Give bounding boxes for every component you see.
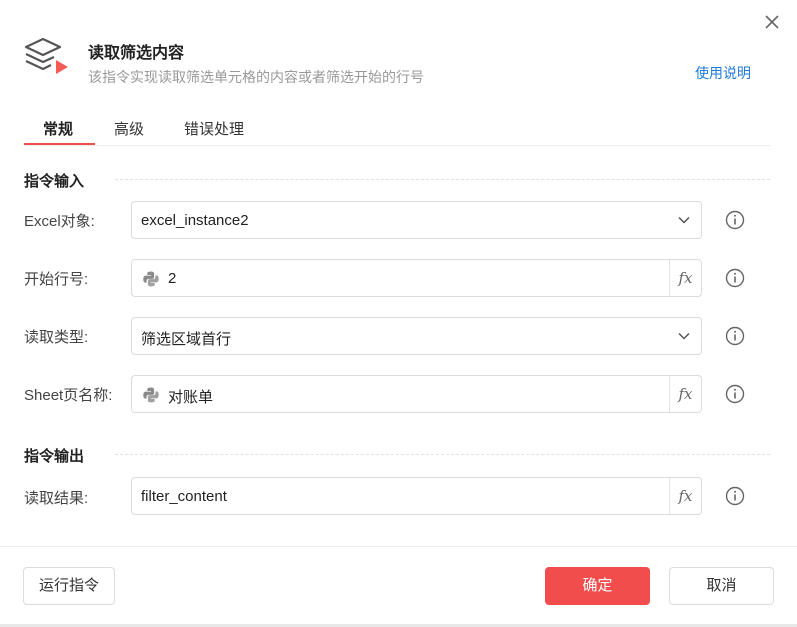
layers-play-icon: [24, 37, 68, 74]
python-icon: [143, 387, 159, 403]
section-divider: [115, 179, 770, 180]
expression-editor-button[interactable]: fx: [669, 260, 701, 296]
info-circle-icon[interactable]: [725, 210, 745, 230]
section-divider: [115, 454, 770, 455]
info-circle-icon[interactable]: [725, 384, 745, 404]
dialog-title: 读取筛选内容: [88, 45, 185, 62]
info-circle-icon[interactable]: [725, 326, 745, 346]
start-row-input[interactable]: 2 fx: [131, 259, 702, 297]
cancel-button[interactable]: 取消: [669, 567, 774, 605]
chevron-down-icon: [678, 332, 690, 340]
active-tab-indicator: [24, 143, 95, 145]
help-link[interactable]: 使用说明: [695, 63, 751, 83]
start-row-value: 2: [168, 270, 177, 287]
sheet-name-label: Sheet页名称:: [24, 387, 113, 404]
dialog: 读取筛选内容 该指令实现读取筛选单元格的内容或者筛选开始的行号 使用说明 常规 …: [0, 0, 797, 627]
info-circle-icon[interactable]: [725, 268, 745, 288]
sheet-name-input[interactable]: 对账单 fx: [131, 375, 702, 413]
expression-editor-button[interactable]: fx: [669, 478, 701, 514]
start-row-label: 开始行号:: [24, 271, 89, 288]
footer-divider: [0, 546, 797, 547]
python-icon: [143, 271, 159, 287]
tab-bar: 常规 高级 错误处理: [24, 110, 770, 146]
read-type-value: 筛选区域首行: [141, 331, 232, 348]
read-result-input[interactable]: filter_content fx: [131, 477, 702, 515]
dialog-subtitle: 该指令实现读取筛选单元格的内容或者筛选开始的行号: [88, 69, 424, 85]
chevron-down-icon: [678, 216, 690, 224]
excel-object-select[interactable]: excel_instance2: [131, 201, 702, 239]
tab-general[interactable]: 常规: [43, 118, 73, 139]
section-input-title: 指令输入: [24, 173, 85, 190]
read-type-label: 读取类型:: [24, 329, 89, 346]
sheet-name-value: 对账单: [168, 389, 214, 406]
tab-error-handling[interactable]: 错误处理: [184, 118, 244, 139]
section-output-title: 指令输出: [24, 448, 85, 465]
read-result-value: filter_content: [141, 488, 227, 505]
read-result-label: 读取结果:: [24, 490, 89, 507]
excel-object-value: excel_instance2: [141, 212, 249, 229]
read-type-select[interactable]: 筛选区域首行: [131, 317, 702, 355]
tab-advanced[interactable]: 高级: [114, 118, 144, 139]
excel-object-label: Excel对象:: [24, 213, 95, 230]
run-command-button[interactable]: 运行指令: [23, 567, 115, 605]
close-icon[interactable]: [761, 11, 783, 33]
confirm-button[interactable]: 确定: [545, 567, 650, 605]
info-circle-icon[interactable]: [725, 486, 745, 506]
expression-editor-button[interactable]: fx: [669, 376, 701, 412]
